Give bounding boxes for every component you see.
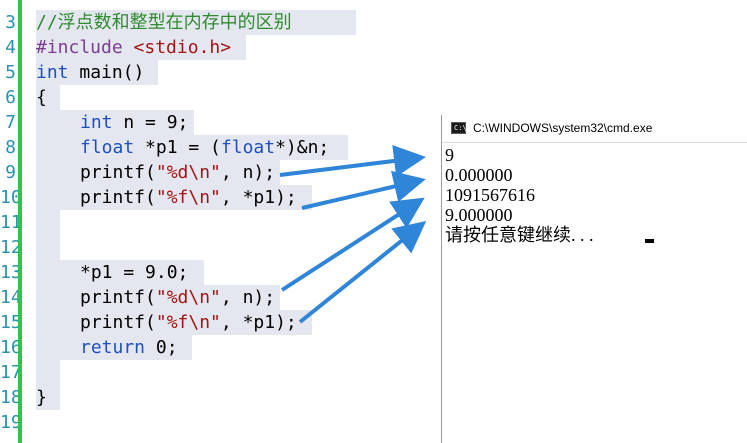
- code-text: main(): [68, 62, 145, 83]
- format-string: "%f\n": [155, 312, 221, 333]
- line-number: 16: [0, 337, 22, 358]
- preprocessor-directive: #include: [36, 37, 123, 58]
- line-number: 19: [0, 412, 22, 433]
- line-highlight: [36, 210, 60, 260]
- output-line: 请按任意键继续. . .: [445, 225, 594, 245]
- keyword: return: [80, 337, 146, 358]
- line-number: 17: [0, 362, 22, 383]
- code-text: n = 9;: [112, 112, 189, 133]
- code-text: *)&n;: [275, 137, 330, 158]
- line-number: 6: [5, 87, 16, 108]
- code-line-5[interactable]: int main(): [36, 60, 144, 85]
- console-title: C:\WINDOWS\system32\cmd.exe: [473, 121, 653, 135]
- comment-text: //浮点数和整型在内存中的区别: [36, 12, 292, 33]
- code-line-6[interactable]: {: [36, 85, 47, 110]
- code-text: , *p1);: [220, 187, 297, 208]
- code-text: *p1 = (: [134, 137, 221, 158]
- keyword: float: [220, 137, 276, 158]
- line-number: 4: [5, 37, 16, 58]
- line-number: 5: [5, 62, 16, 83]
- include-header: <stdio.h>: [133, 37, 232, 58]
- cmd-icon: C:\: [451, 122, 467, 134]
- line-number: 3: [5, 12, 16, 33]
- code-line-8[interactable]: float *p1 = (float*)&n;: [80, 135, 329, 160]
- output-line: 9.000000: [445, 205, 513, 225]
- change-indicator-bar: [18, 0, 22, 443]
- open-brace: {: [36, 87, 47, 108]
- console-titlebar[interactable]: C:\ C:\WINDOWS\system32\cmd.exe: [442, 115, 747, 143]
- code-line-7[interactable]: int n = 9;: [80, 110, 188, 135]
- code-line-9[interactable]: printf("%d\n", n);: [80, 160, 275, 185]
- function-call: printf(: [80, 162, 156, 183]
- code-line-3[interactable]: //浮点数和整型在内存中的区别: [36, 10, 292, 35]
- cmd-icon-prompt: C:\: [454, 124, 467, 132]
- code-line-14[interactable]: printf("%d\n", n);: [80, 285, 275, 310]
- code-line-13[interactable]: *p1 = 9.0;: [80, 260, 188, 285]
- line-number: 18: [0, 387, 22, 408]
- line-number: 14: [0, 287, 22, 308]
- code-line-4[interactable]: #include <stdio.h>: [36, 35, 231, 60]
- keyword: int: [80, 112, 113, 133]
- code-text: , n);: [220, 287, 276, 308]
- keyword: int: [36, 62, 69, 83]
- line-number: 15: [0, 312, 22, 333]
- function-call: printf(: [80, 287, 156, 308]
- code-line-10[interactable]: printf("%f\n", *p1);: [80, 185, 297, 210]
- code-text: *p1 = 9.0;: [80, 262, 189, 283]
- code-text: 0;: [145, 337, 178, 358]
- line-number: 11: [0, 212, 22, 233]
- text-cursor: [645, 239, 654, 243]
- line-number: 12: [0, 237, 22, 258]
- console-window[interactable]: C:\ C:\WINDOWS\system32\cmd.exe 9 0.0000…: [441, 115, 747, 443]
- output-line: 0.000000: [445, 165, 513, 185]
- format-string: "%f\n": [155, 187, 221, 208]
- line-number: 10: [0, 187, 22, 208]
- code-line-15[interactable]: printf("%f\n", *p1);: [80, 310, 297, 335]
- output-line: 1091567616: [445, 185, 535, 205]
- line-number: 8: [5, 137, 16, 158]
- console-output-area[interactable]: 9 0.000000 1091567616 9.000000 请按任意键继续. …: [442, 143, 747, 443]
- code-text: , *p1);: [220, 312, 297, 333]
- output-line: 9: [445, 145, 454, 165]
- line-number: 9: [5, 162, 16, 183]
- code-text: , n);: [220, 162, 276, 183]
- format-string: "%d\n": [155, 162, 221, 183]
- function-call: printf(: [80, 312, 156, 333]
- format-string: "%d\n": [155, 287, 221, 308]
- line-number: 7: [5, 112, 16, 133]
- line-number: 13: [0, 262, 22, 283]
- close-brace: }: [36, 387, 47, 408]
- keyword: float: [80, 137, 135, 158]
- code-line-18[interactable]: }: [36, 385, 47, 410]
- code-line-16[interactable]: return 0;: [80, 335, 178, 360]
- function-call: printf(: [80, 187, 156, 208]
